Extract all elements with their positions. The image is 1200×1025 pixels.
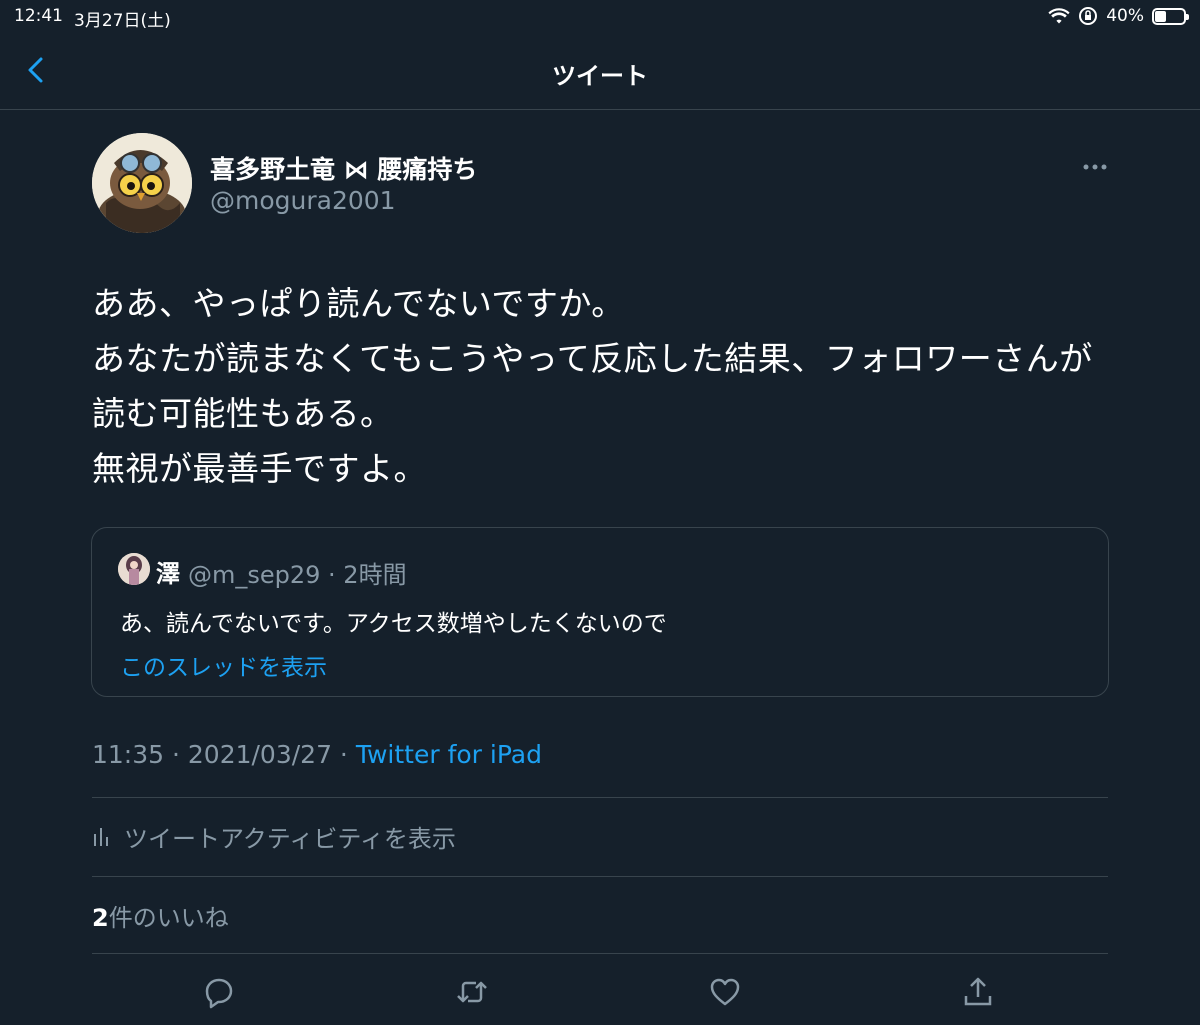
likes-summary[interactable]: 2件のいいね: [92, 898, 229, 933]
quoted-tweet-card[interactable]: 澤 @m_sep29 · 2時間 あ、読んでないです。アクセス数増やしたくないの…: [91, 527, 1109, 697]
quoted-avatar: [118, 553, 150, 585]
wifi-icon: [1048, 8, 1070, 24]
activity-bar-icon: [94, 828, 108, 846]
page-title: ツイート: [552, 62, 648, 90]
likes-label: 件のいいね: [108, 904, 229, 932]
more-icon[interactable]: [1078, 156, 1112, 178]
display-name[interactable]: 喜多野土竜 ⋈ 腰痛持ち: [210, 150, 477, 186]
status-date: 3月27日(土): [74, 11, 171, 31]
owl-avatar-illustration: [92, 133, 192, 233]
tweet-activity-label: ツイートアクティビティを表示: [124, 824, 456, 853]
tweet-timestamp: 11:35 · 2021/03/27 ·: [92, 740, 356, 769]
battery-icon: [1152, 7, 1189, 25]
user-handle[interactable]: @mogura2001: [210, 186, 396, 215]
likes-count: 2: [92, 904, 109, 932]
rotation-lock-icon: [1079, 7, 1098, 25]
divider: [92, 953, 1108, 954]
status-bar: 12:41 3月27日(土) 40%: [0, 0, 1200, 34]
status-indicators: 40%: [1048, 4, 1189, 28]
battery-percent: 40%: [1106, 6, 1144, 26]
tweet-text: ああ、やっぱり読んでないですか。 あなたが読まなくてもこうやって反応した結果、フ…: [92, 284, 1093, 488]
quoted-avatar-illustration: [118, 553, 150, 585]
show-thread-link[interactable]: このスレッドを表示: [120, 648, 327, 682]
tweet-source-link[interactable]: Twitter for iPad: [356, 740, 542, 769]
share-icon[interactable]: [960, 974, 996, 1010]
status-time: 12:41: [14, 6, 63, 26]
quoted-tweet-text: あ、読んでないです。アクセス数増やしたくないので: [120, 611, 667, 637]
tweet-activity-link[interactable]: ツイートアクティビティを表示: [92, 818, 456, 854]
nav-bar: ツイート: [0, 34, 1200, 110]
quoted-handle-time: @m_sep29 · 2時間: [188, 561, 407, 589]
tweet-meta: 11:35 · 2021/03/27 · Twitter for iPad: [92, 740, 542, 769]
divider: [92, 797, 1108, 798]
retweet-icon[interactable]: [454, 974, 490, 1010]
quoted-display-name: 澤: [156, 560, 180, 588]
avatar[interactable]: [92, 133, 192, 233]
battery-level: [1155, 10, 1166, 22]
like-icon[interactable]: [707, 974, 743, 1010]
reply-icon[interactable]: [201, 974, 237, 1010]
divider: [92, 876, 1108, 877]
